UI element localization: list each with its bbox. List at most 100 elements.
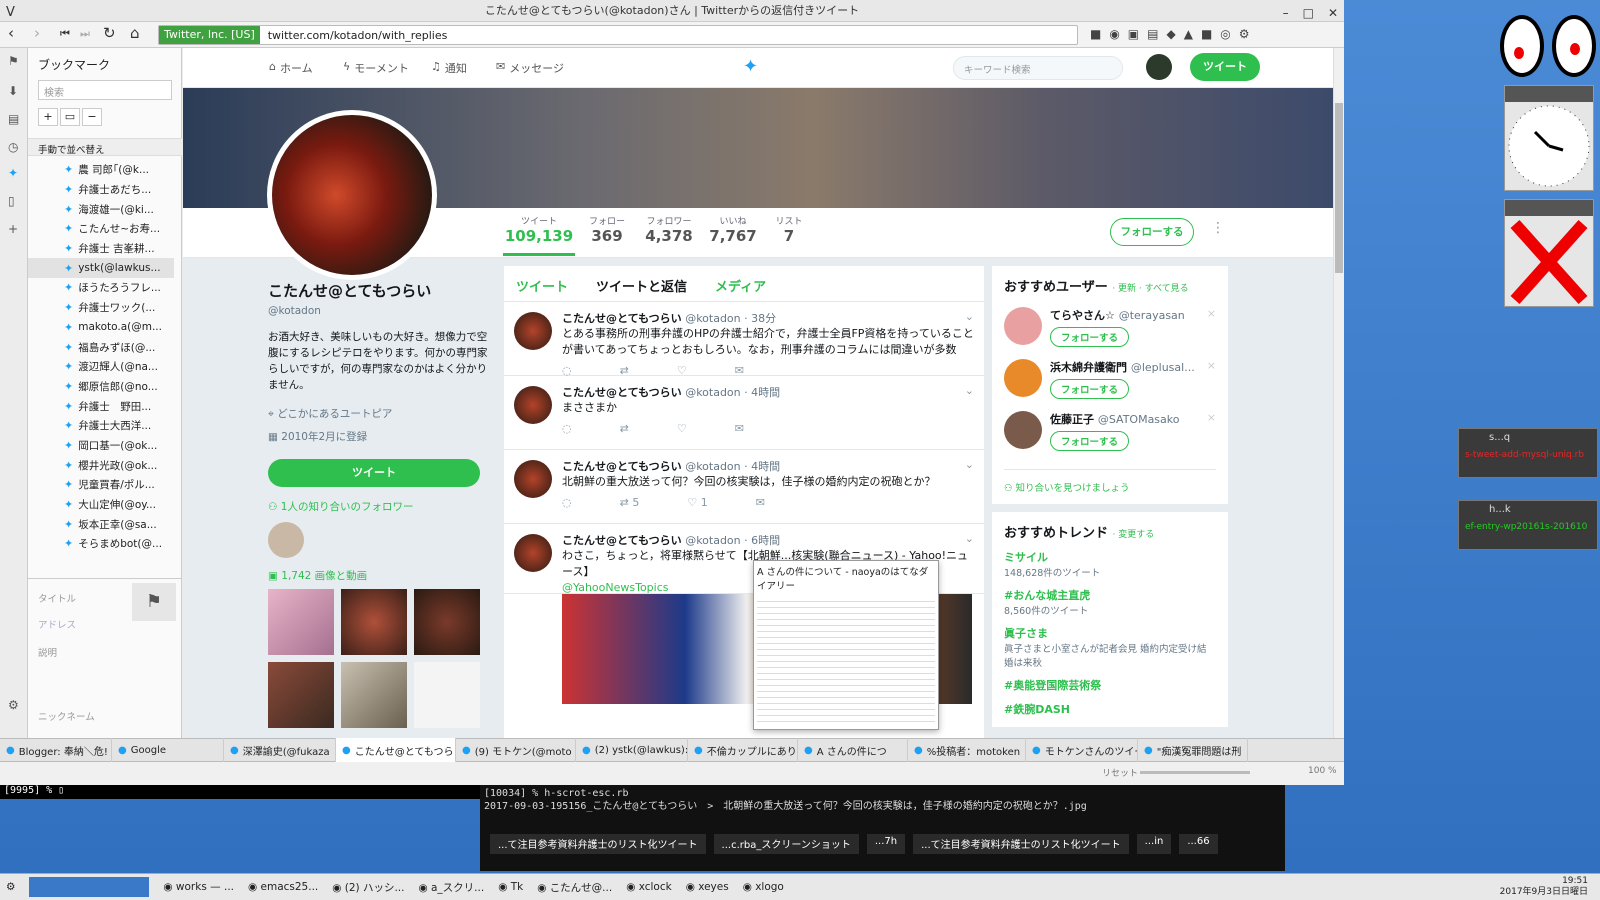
reply-icon[interactable]: ◌: [562, 496, 572, 509]
tab-media[interactable]: メディア: [715, 276, 766, 295]
maximize-icon[interactable]: □: [1303, 2, 1314, 24]
browser-tab[interactable]: ● (2) ystk(@lawkus):: [576, 738, 688, 762]
media-count[interactable]: 1,742 画像と動画: [281, 570, 367, 582]
taskbar-item[interactable]: ◉ xlogo: [743, 881, 784, 893]
bookmark-item[interactable]: ✦ 郷原信郎(@no...: [28, 377, 174, 397]
bookmark-item[interactable]: ✦ ほうたろうフレ...: [28, 278, 174, 298]
terminal-tab[interactable]: ...in: [1136, 834, 1172, 854]
nav-moments[interactable]: ϟ モーメント: [343, 60, 409, 76]
xlogo-titlebar[interactable]: [1505, 200, 1593, 216]
zoom-slider[interactable]: [1140, 771, 1250, 774]
tweet-author[interactable]: こたんせ@とてもつらい: [562, 386, 682, 399]
follow-button[interactable]: フォローする: [1050, 379, 1130, 399]
add-bookmark-icon[interactable]: +: [38, 108, 58, 126]
stat-lists[interactable]: リスト 7: [753, 214, 825, 245]
reload-icon[interactable]: ↻: [103, 24, 116, 42]
bookmark-item[interactable]: ✦ 弁護士 吉峯耕...: [28, 239, 174, 259]
like-icon[interactable]: ♡ 1: [687, 496, 707, 509]
bookmark-panel-icon[interactable]: ⚑: [8, 54, 19, 68]
bookmark-item[interactable]: ✦ 坂本正幸(@sa...: [28, 514, 174, 534]
avatar[interactable]: [1004, 411, 1042, 449]
zoom-reset[interactable]: リセット: [1102, 766, 1138, 779]
dm-icon[interactable]: ✉: [735, 422, 744, 435]
avatar[interactable]: [1004, 359, 1042, 397]
nav-tweet-button[interactable]: ツイート: [1190, 53, 1260, 81]
taskbar-item[interactable]: ◉ Tk: [498, 881, 523, 893]
recommended-user-name[interactable]: てらやさん☆ @terayasan: [1050, 307, 1185, 323]
taskbar-clock[interactable]: 19:51 2017年9月3日日曜日: [1500, 876, 1588, 898]
recommend-links[interactable]: · 更新 · すべて見る: [1112, 284, 1188, 294]
mini-window-2[interactable]: h...k ef-entry-wp20161s-201610: [1458, 500, 1598, 550]
tweet[interactable]: こたんせ@とてもつらい @kotadon · 4時間 まささまか ⌄ ◌ ⇄ ♡ ✉: [504, 376, 984, 450]
bookmark-item[interactable]: ✦ 福島みずほ(@...: [28, 337, 174, 357]
nav-notifications[interactable]: ♫ 通知: [431, 60, 467, 76]
tweet-avatar[interactable]: [514, 386, 552, 424]
tweet-avatar[interactable]: [514, 534, 552, 572]
retweet-icon[interactable]: ⇄ 5: [620, 496, 640, 509]
taskbar-item[interactable]: ◉ a_スクリ...: [418, 880, 484, 895]
retweet-icon[interactable]: ⇄: [620, 422, 629, 435]
trend-item[interactable]: #鉄腕DASH: [1004, 701, 1216, 717]
twitter-panel-icon[interactable]: ✦: [8, 166, 18, 180]
tab-tweets[interactable]: ツイート: [516, 276, 568, 295]
notes-icon[interactable]: ▤: [8, 112, 19, 126]
bookmark-item[interactable]: ✦ 渡辺輝人(@na...: [28, 357, 174, 377]
tweet[interactable]: こたんせ@とてもつらい @kotadon · 4時間 北朝鮮の重大放送って何？今回…: [504, 450, 984, 524]
browser-tab[interactable]: ● A さんの件につ: [798, 738, 908, 762]
bookmark-item[interactable]: ✦ 児童買春/ポル...: [28, 475, 174, 495]
known-follower-avatar[interactable]: [268, 522, 304, 558]
nav-messages[interactable]: ✉ メッセージ: [496, 60, 564, 76]
bookmark-item[interactable]: ✦ ystk(@lawkus...: [28, 258, 174, 279]
taskbar-item[interactable]: ◉ こたんせ@...: [537, 880, 612, 895]
trend-item[interactable]: ミサイル 148,628件のツイート: [1004, 549, 1216, 579]
dismiss-icon[interactable]: ×: [1207, 307, 1216, 320]
media-thumbnail[interactable]: [414, 662, 480, 728]
bookmark-item[interactable]: ✦ makoto.a(@m...: [28, 318, 174, 338]
recommended-user-name[interactable]: 浜木綿弁護衛門 @leplusal...: [1050, 359, 1195, 375]
add-folder-icon[interactable]: ▭: [60, 108, 80, 126]
terminal-output[interactable]: [10034] % h-scrot-esc.rb 2017-09-03-1951…: [480, 785, 1285, 871]
address-bar[interactable]: Twitter, Inc. [US] twitter.com/kotadon/w…: [158, 25, 1078, 45]
bookmark-item[interactable]: ✦ 弁護士ワック(...: [28, 298, 174, 318]
browser-tab[interactable]: ● %投稿者：motoken: [908, 738, 1026, 762]
browser-tab[interactable]: ● 深澤諭史(@fukaza: [224, 738, 336, 762]
xlogo-window[interactable]: [1504, 199, 1594, 307]
remove-bookmark-icon[interactable]: −: [82, 108, 102, 126]
taskbar-item[interactable]: ◉ (2) ハッシ...: [332, 880, 404, 895]
page-scrollbar[interactable]: [1333, 48, 1344, 738]
profile-name[interactable]: こたんせ@とてもつらい: [268, 280, 488, 301]
workspace-switcher[interactable]: [29, 877, 150, 897]
bookmark-item[interactable]: ✦ 岡口基一(@ok...: [28, 436, 174, 456]
tweet-avatar[interactable]: [514, 312, 552, 350]
browser-tab[interactable]: ● Blogger: 奉納＼危!: [0, 738, 112, 762]
bookmark-item[interactable]: ✦ 弁護士 野田...: [28, 396, 174, 416]
browser-tab[interactable]: ● Google: [112, 738, 224, 762]
terminal-tab[interactable]: ...66: [1179, 834, 1218, 854]
terminal-tab[interactable]: ...c.rba_スクリーンショット: [713, 834, 859, 854]
nav-home[interactable]: ⌂ ホーム: [269, 60, 313, 76]
tweet-avatar[interactable]: [514, 460, 552, 498]
vivaldi-menu-icon[interactable]: V: [6, 2, 15, 24]
profile-handle[interactable]: @kotadon: [268, 305, 488, 317]
settings-icon[interactable]: ⚙: [8, 698, 19, 712]
bookmark-item[interactable]: ✦ 大山定伸(@oy...: [28, 495, 174, 515]
taskbar-item[interactable]: ◉ works — ...: [163, 881, 234, 893]
extension-icons[interactable]: ■◉▣▤◆▲■◎⚙: [1090, 27, 1258, 41]
media-thumbnail[interactable]: [268, 662, 334, 728]
bookmark-item[interactable]: ✦ 弁護士あだち...: [28, 180, 174, 200]
minimize-icon[interactable]: –: [1283, 2, 1289, 24]
trend-item[interactable]: #おんな城主直虎 8,560件のツイート: [1004, 587, 1216, 617]
chevron-down-icon[interactable]: ⌄: [965, 310, 974, 323]
avatar[interactable]: [1146, 54, 1172, 80]
trend-item[interactable]: 眞子さま 眞子さまと小室さんが記者会見 婚約内定受け結婚は来秋: [1004, 625, 1216, 669]
fastforward-icon[interactable]: ⏭: [80, 27, 90, 41]
follow-button[interactable]: フォローする: [1050, 431, 1130, 451]
rewind-icon[interactable]: ⏮: [60, 27, 70, 41]
bookmark-item[interactable]: ✦ こたんせ~お寿...: [28, 219, 174, 239]
bookmark-item[interactable]: ✦ そらまめbot(@...: [28, 534, 174, 554]
tweet[interactable]: こたんせ@とてもつらい @kotadon · 38分 とある事務所の刑事弁護のHP…: [504, 302, 984, 377]
mini-window-1[interactable]: s...q s-tweet-add-mysql-uniq.rb: [1458, 428, 1598, 478]
start-menu-icon[interactable]: ⚙: [6, 881, 15, 893]
chevron-down-icon[interactable]: ⌄: [965, 458, 974, 471]
bookmark-item[interactable]: ✦ 農 司郎｢(@k...: [28, 160, 174, 180]
